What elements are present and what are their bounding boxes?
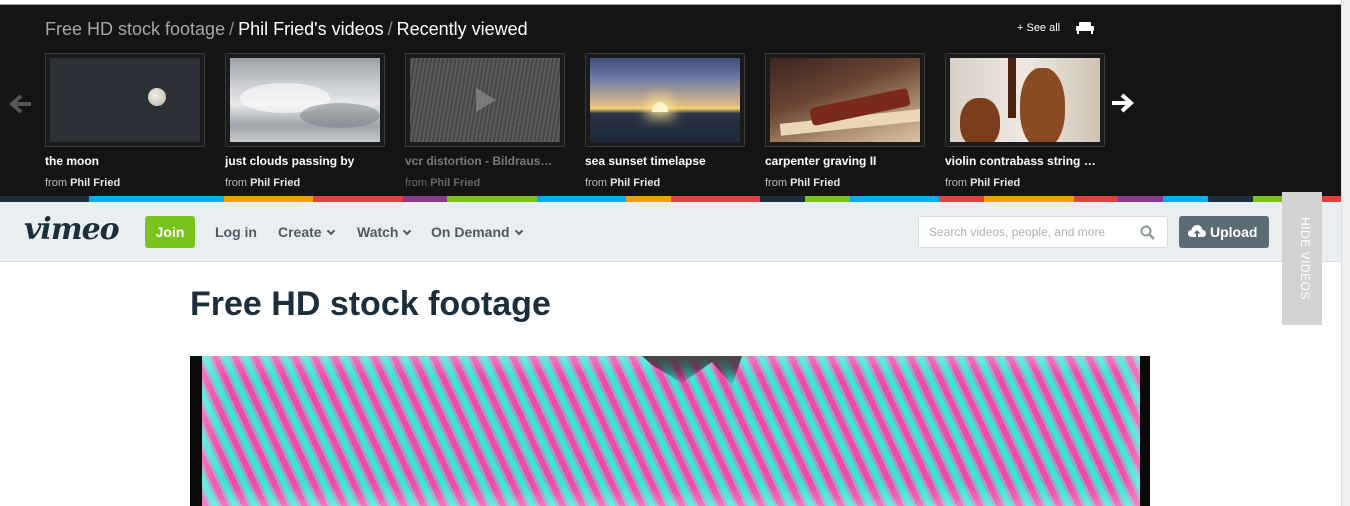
recent-video-item[interactable]: vcr distortion - Bildraus… from Phil Fri… <box>405 53 565 189</box>
breadcrumb-channel[interactable]: Free HD stock footage <box>45 19 225 39</box>
video-author: from Phil Fried <box>945 177 1021 189</box>
page: Free HD stock footage / Phil Fried's video… <box>0 0 1350 506</box>
author-link[interactable]: Phil Fried <box>610 177 660 189</box>
video-title[interactable]: the moon <box>45 154 205 168</box>
site-header: vimeo Join Log in Create Watch On Demand… <box>0 202 1342 262</box>
author-link[interactable]: Phil Fried <box>430 177 480 189</box>
video-title[interactable]: carpenter graving II <box>765 154 925 168</box>
video-author: from Phil Fried <box>585 177 661 189</box>
nav-watch[interactable]: Watch <box>357 224 412 240</box>
video-thumbnail[interactable] <box>945 53 1105 147</box>
upload-label: Upload <box>1210 224 1258 240</box>
video-frame <box>202 356 1140 506</box>
video-title[interactable]: vcr distortion - Bildraus… <box>405 154 565 168</box>
scrollbar[interactable] <box>1341 0 1350 506</box>
breadcrumb-user-videos[interactable]: Phil Fried's videos <box>238 19 384 39</box>
join-button[interactable]: Join <box>145 216 195 248</box>
video-author: from Phil Fried <box>45 177 121 189</box>
breadcrumb-separator: / <box>229 19 235 39</box>
play-icon <box>476 88 496 112</box>
video-thumbnail[interactable] <box>405 53 565 147</box>
recent-video-item[interactable]: just clouds passing by from Phil Fried <box>225 53 385 189</box>
breadcrumb: Free HD stock footage / Phil Fried's video… <box>45 19 528 40</box>
hide-videos-tab[interactable]: HIDE VIDEOS <box>1282 192 1322 325</box>
nav-create[interactable]: Create <box>278 224 335 240</box>
video-thumbnail[interactable] <box>765 53 925 147</box>
video-title[interactable]: violin contrabass string … <box>945 154 1105 168</box>
video-thumbnail[interactable] <box>225 53 385 147</box>
vimeo-logo[interactable]: vimeo <box>24 212 120 247</box>
upload-button[interactable]: Upload <box>1179 216 1269 248</box>
search-box <box>918 216 1168 248</box>
nav-on-demand[interactable]: On Demand <box>431 224 523 240</box>
author-link[interactable]: Phil Fried <box>70 177 120 189</box>
recent-video-item[interactable]: sea sunset timelapse from Phil Fried <box>585 53 745 189</box>
recent-video-item[interactable]: carpenter graving II from Phil Fried <box>765 53 925 189</box>
chevron-down-icon <box>326 226 335 236</box>
cloud-upload-icon <box>1188 225 1206 237</box>
video-author: from Phil Fried <box>225 177 301 189</box>
author-link[interactable]: Phil Fried <box>790 177 840 189</box>
video-title[interactable]: just clouds passing by <box>225 154 385 168</box>
recent-video-item[interactable]: violin contrabass string … from Phil Fri… <box>945 53 1105 189</box>
hide-videos-label: HIDE VIDEOS <box>1298 217 1312 300</box>
see-all-link[interactable]: + See all <box>1017 22 1060 34</box>
search-input[interactable] <box>919 217 1119 247</box>
login-link[interactable]: Log in <box>215 224 257 240</box>
page-title: Free HD stock footage <box>190 285 551 323</box>
video-author: from Phil Fried <box>765 177 841 189</box>
search-icon[interactable] <box>1140 225 1155 240</box>
video-thumbnail[interactable] <box>585 53 745 147</box>
recent-video-item[interactable]: the moon from Phil Fried <box>45 53 205 189</box>
couch-mode-icon[interactable] <box>1076 20 1094 34</box>
previous-arrow-icon[interactable] <box>9 93 33 115</box>
breadcrumb-recently-viewed: Recently viewed <box>396 19 528 39</box>
author-link[interactable]: Phil Fried <box>970 177 1020 189</box>
video-thumbnail[interactable] <box>45 53 205 147</box>
chevron-down-icon <box>403 226 412 236</box>
video-author: from Phil Fried <box>405 177 481 189</box>
next-arrow-icon[interactable] <box>1110 92 1134 114</box>
breadcrumb-separator: / <box>387 19 393 39</box>
author-link[interactable]: Phil Fried <box>250 177 300 189</box>
video-title[interactable]: sea sunset timelapse <box>585 154 745 168</box>
video-player[interactable] <box>190 356 1150 506</box>
recently-viewed-strip: Free HD stock footage / Phil Fried's video… <box>0 4 1342 197</box>
chevron-down-icon <box>514 226 523 236</box>
